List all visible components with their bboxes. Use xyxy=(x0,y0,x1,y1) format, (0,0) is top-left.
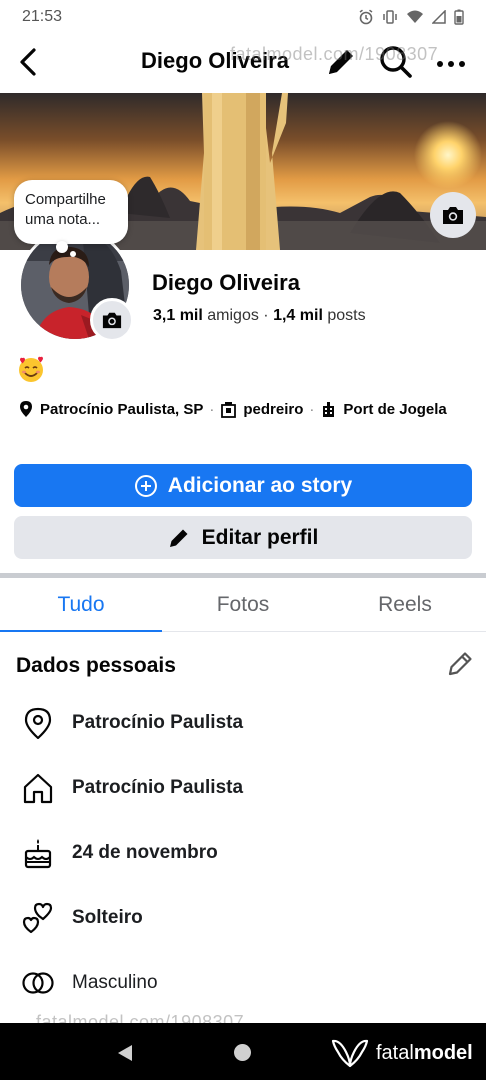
hometown: Patrocínio Paulista xyxy=(72,776,244,798)
profile-details: Patrocínio Paulista, SP · pedreiro · Por… xyxy=(18,400,447,418)
tab-fotos[interactable]: Fotos xyxy=(162,578,324,631)
pencil-icon xyxy=(169,529,188,547)
change-avatar-button[interactable] xyxy=(90,298,134,342)
signal-icon xyxy=(432,10,446,24)
hearts-icon xyxy=(20,900,56,936)
more-options-icon[interactable] xyxy=(433,44,469,80)
edit-pencil-icon[interactable] xyxy=(323,44,359,80)
status-time: 21:53 xyxy=(22,8,63,25)
list-item: Patrocínio Paulista xyxy=(0,690,486,755)
profile-stats: 3,1 mil amigos · 1,4 mil posts xyxy=(153,307,366,325)
briefcase-icon xyxy=(221,401,237,418)
detail-separator: · xyxy=(209,400,215,418)
tab-reels[interactable]: Reels xyxy=(324,578,486,631)
list-item: 24 de novembro xyxy=(0,820,486,885)
location-pin-icon xyxy=(20,705,56,741)
vibrate-icon xyxy=(383,10,397,24)
edit-pencil-outline-icon[interactable] xyxy=(444,648,476,680)
fatalmodel-logo-icon xyxy=(331,1039,369,1068)
share-note-bubble[interactable]: Compartilhe uma nota... xyxy=(14,180,128,244)
building-icon xyxy=(323,401,335,417)
friends-count[interactable]: 3,1 mil xyxy=(153,307,203,324)
brand-logo: fatal model xyxy=(330,1038,473,1068)
list-item: Solteiro xyxy=(0,885,486,950)
brand-name-bold: model xyxy=(413,1041,473,1064)
current-city: Patrocínio Paulista xyxy=(72,711,244,733)
posts-count[interactable]: 1,4 mil xyxy=(273,307,323,324)
personal-data-title: Dados pessoais xyxy=(16,654,176,677)
note-bubble-tail-small xyxy=(70,251,76,257)
note-prompt: Compartilhe uma nota... xyxy=(25,191,106,228)
status-bar: 21:53 xyxy=(0,0,486,34)
wifi-icon xyxy=(407,10,423,23)
search-icon[interactable] xyxy=(378,44,414,80)
note-bubble-tail xyxy=(56,241,68,253)
relationship-status: Solteiro xyxy=(72,906,143,928)
list-item: Patrocínio Paulista xyxy=(0,755,486,820)
camera-icon xyxy=(102,312,122,329)
gender-rings-icon xyxy=(20,965,56,1001)
alarm-icon xyxy=(359,9,373,25)
camera-icon xyxy=(443,207,463,224)
birthday-cake-icon xyxy=(20,835,56,871)
edit-profile-label: Editar perfil xyxy=(201,525,319,549)
smiling-face-with-hearts-icon xyxy=(19,356,43,382)
detail-job: pedreiro xyxy=(243,400,304,418)
birthday: 24 de novembro xyxy=(72,841,218,863)
status-icons xyxy=(358,9,464,25)
detail-workplace: Port de Jogela xyxy=(343,400,447,418)
top-nav: Diego Oliveira xyxy=(0,34,486,92)
location-pin-icon xyxy=(20,401,32,417)
plus-circle-icon xyxy=(134,474,157,497)
profile-tabs: Tudo Fotos Reels xyxy=(0,578,486,632)
friends-label[interactable]: amigos xyxy=(207,307,259,324)
posts-label[interactable]: posts xyxy=(327,307,365,324)
home-icon xyxy=(20,770,56,806)
add-to-story-button[interactable]: Adicionar ao story xyxy=(14,464,472,507)
brand-name-light: fatal xyxy=(376,1041,414,1064)
tab-tudo[interactable]: Tudo xyxy=(0,578,162,632)
battery-icon xyxy=(454,9,464,25)
edit-profile-button[interactable]: Editar perfil xyxy=(14,516,472,559)
list-item: Masculino xyxy=(0,950,486,1015)
detail-location: Patrocínio Paulista, SP xyxy=(40,400,204,418)
profile-emoji xyxy=(16,354,46,384)
profile-name: Diego Oliveira xyxy=(152,270,300,295)
gender: Masculino xyxy=(72,971,158,993)
detail-separator: · xyxy=(309,400,315,418)
system-back-icon[interactable] xyxy=(116,1044,134,1062)
add-to-story-label: Adicionar ao story xyxy=(167,473,353,497)
change-cover-button[interactable] xyxy=(430,192,476,238)
personal-data-list: Patrocínio Paulista Patrocínio Paulista … xyxy=(0,690,486,1015)
stats-separator: · xyxy=(263,307,269,324)
system-home-icon[interactable] xyxy=(234,1044,251,1061)
